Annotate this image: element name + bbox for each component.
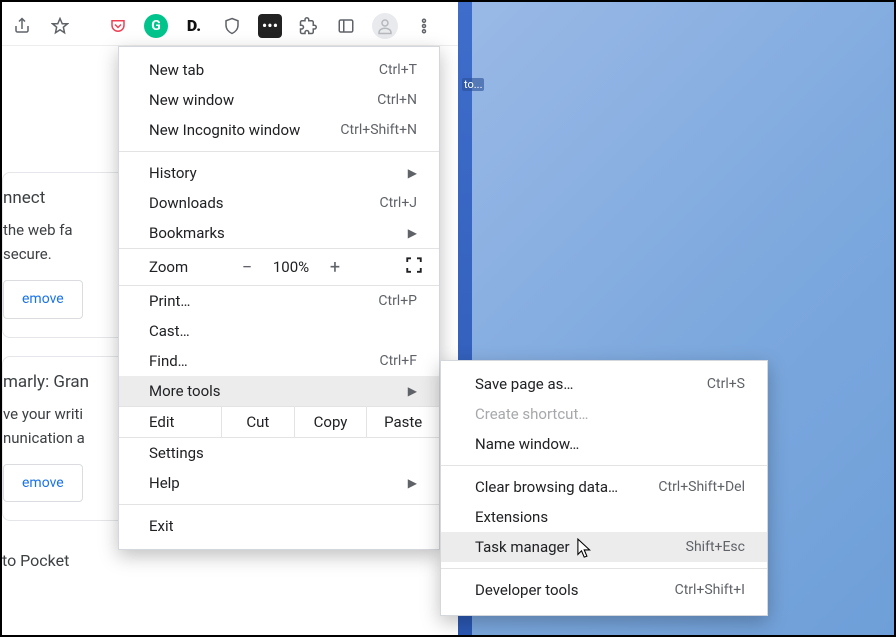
lastpass-icon[interactable]: ••• xyxy=(258,14,282,38)
submenu-name-window[interactable]: Name window… xyxy=(441,429,767,459)
menu-more-tools[interactable]: More tools▶ xyxy=(119,376,439,406)
dashlane-icon[interactable]: D. xyxy=(182,14,206,38)
page-tail-text: to Pocket xyxy=(2,551,342,570)
chrome-menu: New tabCtrl+T New windowCtrl+N New Incog… xyxy=(118,46,440,550)
menu-bookmarks[interactable]: Bookmarks▶ xyxy=(119,218,439,248)
desktop-icon-label: to... xyxy=(462,78,484,91)
fullscreen-icon[interactable] xyxy=(405,256,423,278)
submenu-save-page[interactable]: Save page as…Ctrl+S xyxy=(441,369,767,399)
chevron-right-icon: ▶ xyxy=(408,476,417,490)
menu-find[interactable]: Find…Ctrl+F xyxy=(119,346,439,376)
chevron-right-icon: ▶ xyxy=(408,166,417,180)
menu-icon[interactable] xyxy=(412,14,436,38)
sidepanel-icon[interactable] xyxy=(334,14,358,38)
menu-separator xyxy=(119,151,439,152)
remove-button[interactable]: emove xyxy=(3,280,83,318)
profile-icon[interactable] xyxy=(372,13,398,39)
star-icon[interactable] xyxy=(48,14,72,38)
zoom-label: Zoom xyxy=(149,258,229,276)
submenu-clear-browsing-data[interactable]: Clear browsing data…Ctrl+Shift+Del xyxy=(441,472,767,502)
menu-edit-row: Edit Cut Copy Paste xyxy=(119,406,439,438)
edit-label: Edit xyxy=(149,413,221,431)
menu-zoom-row: Zoom − 100% + xyxy=(119,248,439,286)
grammarly-icon[interactable]: G xyxy=(144,14,168,38)
menu-separator xyxy=(441,568,767,569)
edit-copy-button[interactable]: Copy xyxy=(294,407,367,437)
chevron-right-icon: ▶ xyxy=(408,226,417,240)
more-tools-submenu: Save page as…Ctrl+S Create shortcut… Nam… xyxy=(440,360,768,616)
edit-cut-button[interactable]: Cut xyxy=(221,407,294,437)
menu-new-window[interactable]: New windowCtrl+N xyxy=(119,85,439,115)
zoom-out-button[interactable]: − xyxy=(229,257,265,278)
submenu-create-shortcut: Create shortcut… xyxy=(441,399,767,429)
zoom-value: 100% xyxy=(265,258,317,276)
share-icon[interactable] xyxy=(10,14,34,38)
menu-cast[interactable]: Cast… xyxy=(119,316,439,346)
menu-print[interactable]: Print…Ctrl+P xyxy=(119,286,439,316)
menu-separator xyxy=(119,504,439,505)
extensions-icon[interactable] xyxy=(296,14,320,38)
submenu-developer-tools[interactable]: Developer toolsCtrl+Shift+I xyxy=(441,575,767,605)
menu-separator xyxy=(441,465,767,466)
ublock-icon[interactable] xyxy=(220,14,244,38)
menu-history[interactable]: History▶ xyxy=(119,158,439,188)
remove-button[interactable]: emove xyxy=(3,464,83,502)
menu-new-tab[interactable]: New tabCtrl+T xyxy=(119,55,439,85)
pocket-icon[interactable] xyxy=(106,14,130,38)
menu-settings[interactable]: Settings xyxy=(119,438,439,468)
submenu-task-manager[interactable]: Task managerShift+Esc xyxy=(441,532,767,562)
zoom-in-button[interactable]: + xyxy=(317,257,353,278)
menu-help[interactable]: Help▶ xyxy=(119,468,439,498)
browser-toolbar: G D. ••• xyxy=(2,6,458,46)
menu-downloads[interactable]: DownloadsCtrl+J xyxy=(119,188,439,218)
edit-paste-button[interactable]: Paste xyxy=(366,407,439,437)
menu-exit[interactable]: Exit xyxy=(119,511,439,541)
chevron-right-icon: ▶ xyxy=(408,384,417,398)
menu-incognito[interactable]: New Incognito windowCtrl+Shift+N xyxy=(119,115,439,145)
submenu-extensions[interactable]: Extensions xyxy=(441,502,767,532)
